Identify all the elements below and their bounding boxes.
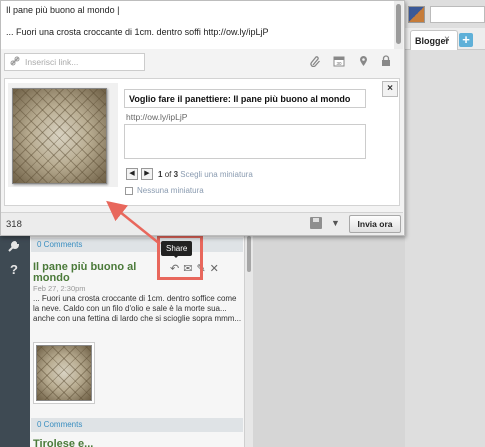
chevron-down-icon[interactable]: ▼ [331,218,340,228]
save-draft-icon[interactable] [310,217,322,229]
thumb-of: of [164,170,172,179]
post-thumbnail[interactable] [33,342,95,404]
preview-description-field[interactable] [124,124,366,159]
preview-title-field[interactable]: Voglio fare il panettiere: Il pane più b… [124,89,366,108]
send-now-button[interactable]: Invia ora [349,215,401,233]
background-area [253,236,405,447]
post-title[interactable]: Il pane più buono al mondo [33,262,158,284]
thumb-total: 3 [173,170,179,179]
next-post-title[interactable]: Tirolese e... [33,438,93,447]
link-icon [10,56,20,69]
prev-thumbnail-button[interactable]: ◀ [126,168,138,180]
comments-link-1[interactable]: 0 Comments [31,238,243,252]
bread-image [36,345,92,401]
link-input[interactable]: Inserisci link... [4,53,145,71]
column-scrollbar-thumb[interactable] [247,236,251,272]
background-pane [405,0,485,447]
character-count: 318 [6,219,22,230]
preview-thumbnail [12,88,107,184]
post-body: ... Fuori una crosta croccante di 1cm. d… [33,294,242,323]
comments-link-2[interactable]: 0 Comments [31,418,243,432]
preview-close-button[interactable]: × [382,81,398,97]
delete-icon[interactable]: ✕ [210,263,219,275]
location-pin-icon[interactable] [359,55,368,70]
thumbnail-counter: 1 of 3 Scegli una miniatura [158,170,253,179]
lock-icon[interactable] [381,55,391,70]
compose-text-line2: ... Fuori una crosta croccante di 1cm. d… [6,27,269,37]
help-icon[interactable]: ? [10,262,18,277]
no-thumbnail-checkbox[interactable] [125,187,133,195]
post-date: Feb 27, 2:30pm [33,284,86,293]
tab-close-icon[interactable]: × [444,34,450,45]
compose-footer [1,212,403,235]
bread-image [12,88,107,184]
choose-thumbnail-text: Scegli una miniatura [180,170,253,179]
profile-avatar[interactable] [408,6,425,23]
calendar-icon[interactable]: 30 [333,55,345,70]
next-thumbnail-button[interactable]: ▶ [141,168,153,180]
wrench-icon[interactable] [8,240,20,255]
add-tab-button[interactable]: + [459,33,473,47]
top-input[interactable] [430,6,485,23]
paperclip-icon[interactable] [310,55,321,70]
tab-blogger[interactable]: Blogger [410,30,458,50]
highlight-box [157,235,203,280]
calendar-day: 30 [336,61,342,66]
preview-url: http://ow.ly/ipLjP [126,112,188,122]
thumb-current: 1 [158,170,163,179]
link-placeholder: Inserisci link... [25,57,79,67]
no-thumbnail-label[interactable]: Nessuna miniatura [137,186,204,195]
compose-textarea[interactable]: Il pane più buono al mondo | ... Fuori u… [1,1,394,49]
compose-text-line1: Il pane più buono al mondo | [6,5,120,15]
compose-scrollbar-thumb[interactable] [396,4,401,44]
